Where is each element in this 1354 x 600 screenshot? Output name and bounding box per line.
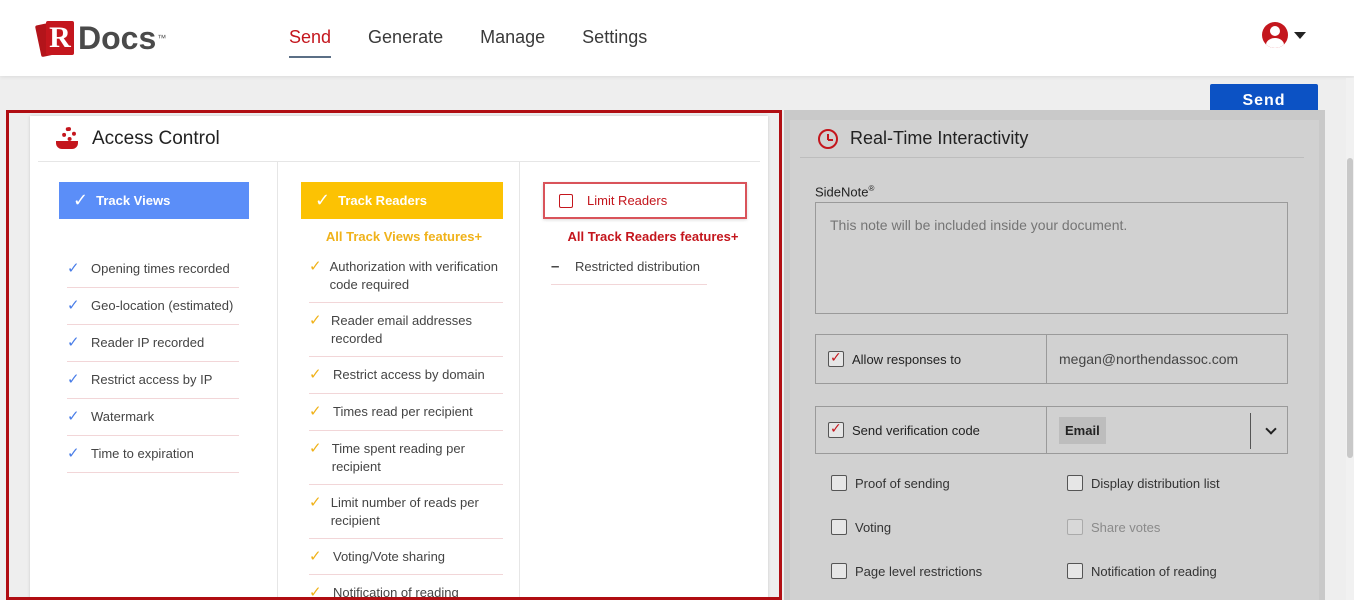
list-item: ✓ Time to expiration <box>67 436 239 473</box>
allow-responses-label: Allow responses to <box>852 351 962 367</box>
logo-text: Docs <box>78 19 157 56</box>
notification-of-reading-option[interactable]: Notification of reading <box>1067 563 1217 579</box>
send-verification-label: Send verification code <box>852 422 980 438</box>
list-item: ✓ Reader email addresses recorded <box>309 303 503 357</box>
allow-responses-row: Allow responses to megan@northendassoc.c… <box>815 334 1288 384</box>
chevron-down-icon[interactable] <box>1265 423 1277 435</box>
list-item: ✓ Limit number of reads per recipient <box>309 485 503 539</box>
check-icon: ✓ <box>309 494 322 511</box>
check-icon: ✓ <box>309 548 322 565</box>
check-icon: ✓ <box>67 260 80 277</box>
rdocs-logo[interactable]: R Docs ™ <box>34 18 167 58</box>
display-distribution-list-checkbox[interactable] <box>1067 475 1083 491</box>
realtime-header: Real-Time Interactivity <box>800 120 1304 158</box>
track-readers-button[interactable]: ✓ Track Readers <box>301 182 503 219</box>
limit-readers-label: Limit Readers <box>587 193 668 208</box>
access-control-header: Access Control <box>38 116 760 162</box>
page-level-restrictions-checkbox[interactable] <box>831 563 847 579</box>
top-navigation-bar: R Docs ™ Send Generate Manage Settings <box>0 0 1354 76</box>
list-item: ✓ Times read per recipient <box>309 394 503 431</box>
sidenote-input[interactable] <box>815 202 1288 314</box>
verification-method-select[interactable]: Email <box>1047 407 1287 453</box>
list-item: ✓ Opening times recorded <box>67 250 239 288</box>
logo-trademark: ™ <box>157 33 167 43</box>
list-item: ✓ Restrict access by IP <box>67 362 239 399</box>
realtime-title: Real-Time Interactivity <box>850 128 1029 148</box>
scrollbar-thumb[interactable] <box>1347 158 1353 458</box>
limit-readers-features: – Restricted distribution <box>551 250 707 285</box>
allow-responses-email-field[interactable]: megan@northendassoc.com <box>1047 335 1287 383</box>
realtime-interactivity-panel: Real-Time Interactivity SideNote® Allow … <box>784 110 1325 600</box>
nav-generate[interactable]: Generate <box>368 27 443 58</box>
verification-method-value: Email <box>1059 416 1106 444</box>
notification-of-reading-checkbox[interactable] <box>1067 563 1083 579</box>
proof-of-sending-checkbox[interactable] <box>831 475 847 491</box>
track-views-button[interactable]: ✓ Track Views <box>59 182 249 219</box>
share-votes-checkbox <box>1067 519 1083 535</box>
allow-responses-checkbox[interactable] <box>828 349 844 367</box>
check-icon: ✓ <box>67 408 80 425</box>
column-divider <box>277 162 278 600</box>
nav-manage[interactable]: Manage <box>480 27 545 58</box>
check-icon: ✓ <box>67 334 80 351</box>
logo-mark-icon: R <box>34 19 80 58</box>
list-item: ✓ Notification of reading <box>309 575 503 600</box>
access-control-panel: Access Control ✓ Track Views ✓ Opening ti… <box>30 116 768 600</box>
list-item: ✓ Voting/Vote sharing <box>309 539 503 575</box>
list-item: ✓ Authorization with verification code re… <box>309 250 503 303</box>
check-icon: ✓ <box>67 371 80 388</box>
list-item: ✓ Time spent reading per recipient <box>309 431 503 485</box>
track-readers-features-plus: All Track Readers features+ <box>567 229 739 244</box>
column-divider <box>519 162 520 600</box>
allow-responses-toggle[interactable]: Allow responses to <box>816 335 1047 383</box>
check-icon: ✓ <box>309 258 322 275</box>
proof-of-sending-option[interactable]: Proof of sending <box>831 475 950 491</box>
check-icon: ✓ <box>309 403 322 420</box>
voting-checkbox[interactable] <box>831 519 847 535</box>
check-icon: ✓ <box>73 190 89 210</box>
send-verification-row: Send verification code Email <box>815 406 1288 454</box>
list-item: ✓ Geo-location (estimated) <box>67 288 239 325</box>
list-item: ✓ Watermark <box>67 399 239 436</box>
check-icon: ✓ <box>309 366 322 383</box>
nav-send[interactable]: Send <box>289 27 332 58</box>
check-icon: ✓ <box>315 190 331 210</box>
sidenote-label: SideNote® <box>815 184 875 200</box>
send-verification-toggle[interactable]: Send verification code <box>816 407 1047 453</box>
voting-option[interactable]: Voting <box>831 519 891 535</box>
nav-settings[interactable]: Settings <box>582 27 647 58</box>
track-views-features: ✓ Opening times recorded ✓ Geo-location (e… <box>67 250 239 473</box>
check-icon: ✓ <box>67 445 80 462</box>
list-item: ✓ Reader IP recorded <box>67 325 239 362</box>
access-control-icon <box>56 126 80 151</box>
check-icon: ✓ <box>309 584 322 600</box>
page-level-restrictions-option[interactable]: Page level restrictions <box>831 563 982 579</box>
realtime-inner: Real-Time Interactivity SideNote® Allow … <box>790 120 1319 600</box>
access-control-title: Access Control <box>92 127 220 149</box>
check-icon: ✓ <box>67 297 80 314</box>
caret-down-icon[interactable] <box>1294 31 1306 39</box>
main-nav: Send Generate Manage Settings <box>289 27 647 58</box>
check-icon: ✓ <box>309 440 322 457</box>
send-verification-checkbox[interactable] <box>828 420 844 438</box>
check-icon: ✓ <box>309 312 322 329</box>
user-avatar-icon[interactable] <box>1262 22 1288 48</box>
track-readers-label: Track Readers <box>338 193 427 208</box>
track-views-label: Track Views <box>96 193 171 208</box>
list-item: – Restricted distribution <box>551 250 707 285</box>
track-views-features-plus: All Track Views features+ <box>325 229 483 244</box>
page-scrollbar[interactable] <box>1346 78 1354 600</box>
limit-readers-button[interactable]: Limit Readers <box>543 182 747 219</box>
display-distribution-list-option[interactable]: Display distribution list <box>1067 475 1220 491</box>
clock-icon <box>818 128 838 149</box>
track-readers-features: ✓ Authorization with verification code re… <box>309 250 503 600</box>
list-item: ✓ Restrict access by domain <box>309 357 503 394</box>
share-votes-option: Share votes <box>1067 519 1160 535</box>
checkbox-icon[interactable] <box>559 193 573 208</box>
user-menu[interactable] <box>1262 22 1306 48</box>
dash-icon: – <box>551 258 560 275</box>
